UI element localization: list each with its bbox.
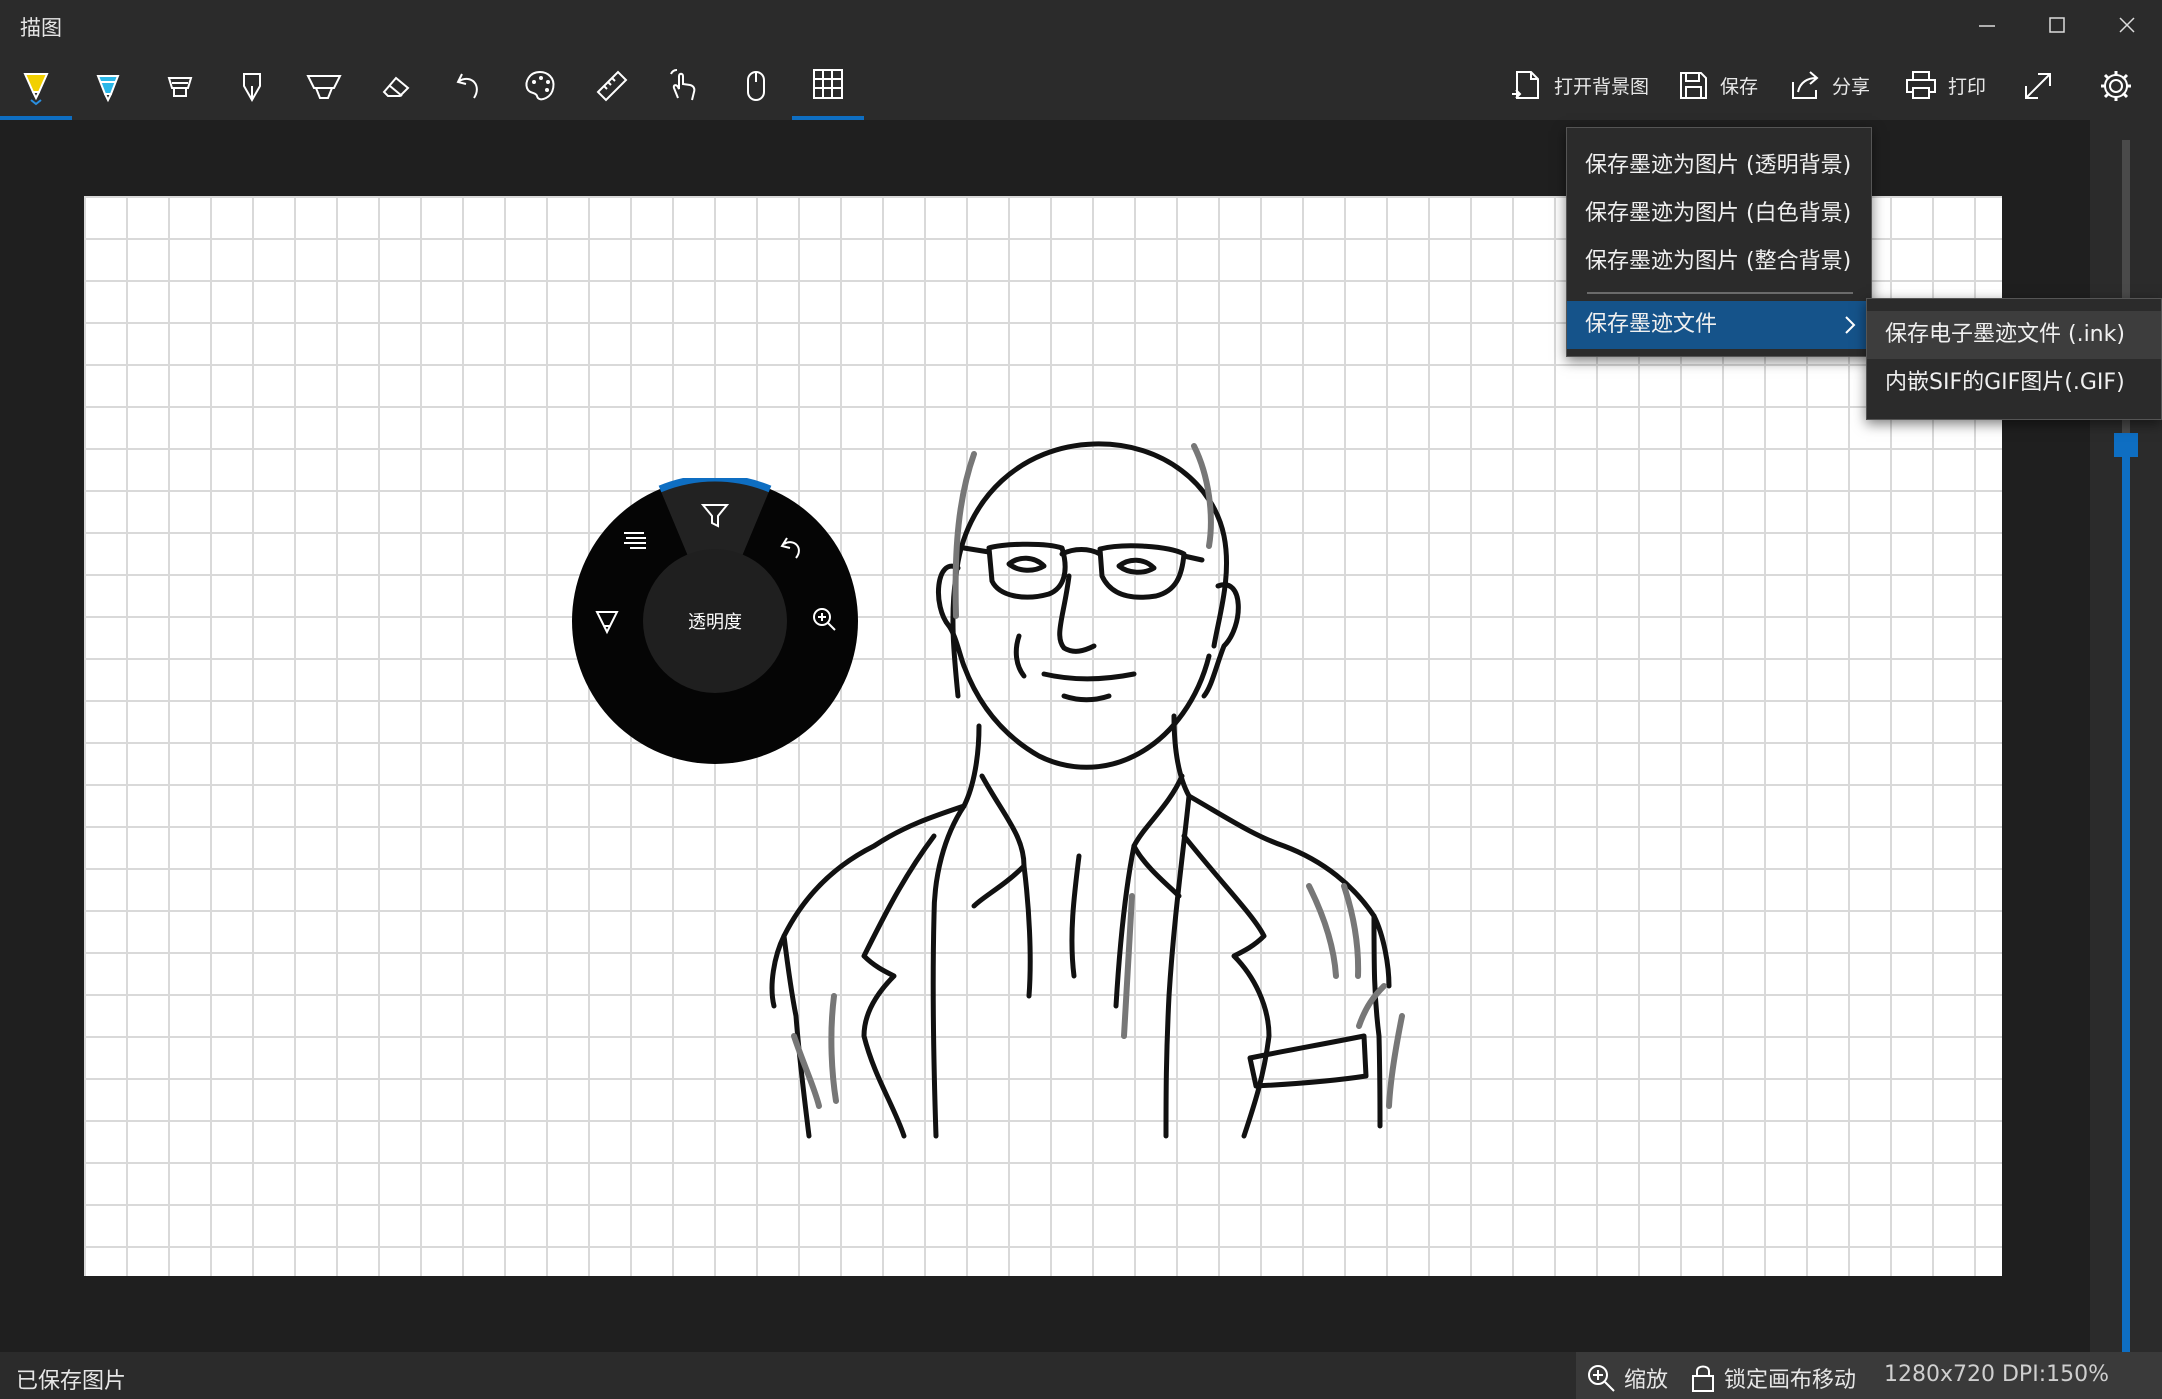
lock-icon [1692, 1365, 1714, 1392]
print-label: 打印 [1948, 75, 1987, 98]
lock-label: 锁定画布移动 [1724, 1368, 1857, 1393]
pencil-icon [96, 75, 120, 103]
tool-ballpoint-pen[interactable] [0, 52, 72, 120]
grid-icon [813, 69, 843, 99]
tool-touch-draw[interactable] [648, 52, 720, 120]
expand-icon [2025, 73, 2051, 99]
save-dropdown-menu: 保存墨迹为图片 (透明背景) 保存墨迹为图片 (白色背景) 保存墨迹为图片 (整… [1566, 127, 1872, 357]
touch-draw-icon [670, 69, 696, 101]
tool-mouse[interactable] [720, 52, 792, 120]
status-controls: 缩放 锁定画布移动 1280x720 DPI:150% [1576, 1352, 2162, 1399]
app-title: 描图 [20, 16, 62, 40]
save-ink-merged[interactable]: 保存墨迹为图片 (整合背景) [1567, 238, 1871, 286]
canvas-info: 1280x720 DPI:150% [1884, 1362, 2109, 1387]
save-ink-transparent[interactable]: 保存墨迹为图片 (透明背景) [1567, 142, 1871, 190]
zoom-button[interactable]: 缩放 [1586, 1362, 1668, 1394]
zoom-in-icon [1588, 1365, 1615, 1392]
radial-dial[interactable]: 透明度 [572, 474, 858, 764]
maximize-button[interactable] [2022, 0, 2092, 50]
print-icon [1906, 71, 1936, 99]
tool-eraser[interactable] [360, 52, 432, 120]
brush-icon [306, 75, 342, 99]
maximize-icon [2049, 17, 2065, 33]
tool-palette[interactable] [504, 52, 576, 120]
close-button[interactable] [2092, 0, 2162, 50]
open-background-button[interactable]: 打开背景图 [1510, 60, 1649, 110]
eraser-icon [382, 76, 410, 97]
status-bar: 已保存图片 缩放 锁定画布移动 1280x720 DPI:150% [0, 1352, 2162, 1399]
save-ink-file-label: 保存墨迹文件 [1585, 312, 1718, 337]
tool-ruler[interactable] [576, 52, 648, 120]
save-gif-with-isf[interactable]: 内嵌SIF的GIF图片(.GIF) [1867, 359, 2161, 407]
tool-calligraphy-pen[interactable] [216, 52, 288, 120]
slider-fill [2122, 445, 2130, 1360]
minimize-icon [1979, 25, 1995, 27]
minimize-button[interactable] [1952, 0, 2022, 50]
save-button[interactable]: 保存 [1676, 60, 1758, 110]
slider-thumb[interactable] [2114, 433, 2138, 457]
chevron-right-icon [1845, 316, 1856, 334]
gear-icon [2101, 71, 2131, 101]
save-icon [1680, 72, 1707, 99]
tool-pencil[interactable] [72, 52, 144, 120]
ruler-icon [596, 70, 628, 102]
radial-dial-graphic [572, 474, 858, 764]
tool-brush[interactable] [288, 52, 360, 120]
tool-highlighter[interactable] [144, 52, 216, 120]
close-icon [2119, 17, 2135, 33]
title-bar: 描图 [0, 0, 2162, 53]
open-file-icon [1512, 71, 1539, 99]
save-label: 保存 [1720, 75, 1759, 98]
zoom-label: 缩放 [1624, 1368, 1669, 1393]
settings-button[interactable] [2080, 52, 2152, 120]
highlighter-icon [167, 77, 193, 97]
ink-drawing [769, 441, 1405, 1139]
toolbar: 打开背景图 保存 分享 打印 [0, 52, 2162, 120]
menu-separator [1587, 292, 1853, 294]
save-ink-file[interactable]: 保存墨迹文件 [1567, 301, 1871, 349]
fullscreen-button[interactable] [2002, 52, 2074, 120]
drawing-canvas[interactable]: 透明度 [84, 196, 2002, 1276]
undo-icon [456, 73, 478, 99]
open-background-label: 打开背景图 [1554, 75, 1650, 98]
share-icon [1792, 71, 1819, 99]
calligraphy-pen-icon [243, 73, 261, 103]
lock-canvas-button[interactable]: 锁定画布移动 [1690, 1362, 1856, 1394]
status-message: 已保存图片 [16, 1369, 127, 1394]
print-button[interactable]: 打印 [1904, 60, 1986, 110]
ballpoint-pen-icon [23, 73, 49, 106]
tool-grid[interactable] [792, 52, 864, 120]
palette-icon [525, 70, 555, 101]
share-label: 分享 [1832, 75, 1871, 98]
save-ink-isf-file[interactable]: 保存电子墨迹文件 (.ink) [1867, 311, 2161, 359]
share-button[interactable]: 分享 [1788, 60, 1870, 110]
mouse-icon [747, 71, 765, 101]
tool-undo[interactable] [432, 52, 504, 120]
save-ink-white[interactable]: 保存墨迹为图片 (白色背景) [1567, 190, 1871, 238]
save-ink-submenu: 保存电子墨迹文件 (.ink) 内嵌SIF的GIF图片(.GIF) [1866, 298, 2162, 420]
